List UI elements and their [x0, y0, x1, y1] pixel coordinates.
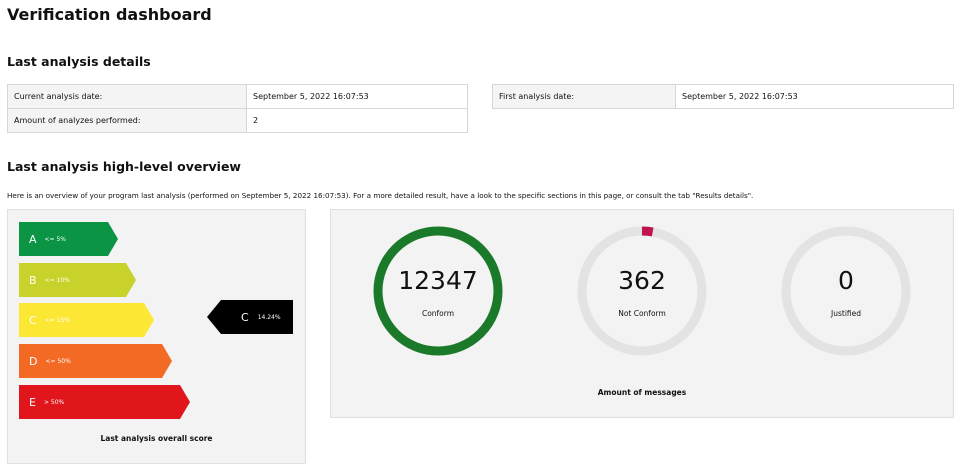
overview-title: Last analysis high-level overview	[7, 159, 241, 174]
table-cell-value: September 5, 2022 16:07:53	[675, 84, 954, 109]
not-conform-gauge: 362 Not Conform	[577, 226, 707, 356]
last-analysis-details-title: Last analysis details	[7, 54, 151, 69]
table-row: Amount of analyzes performed: 2	[7, 108, 468, 133]
justified-gauge: 0 Justified	[781, 226, 911, 356]
grade-e-bar: E > 50%	[19, 385, 190, 419]
overall-score-caption: Last analysis overall score	[100, 434, 213, 443]
table-cell-label: Current analysis date:	[7, 84, 247, 109]
grade-a-bar: A <= 5%	[19, 222, 118, 256]
grade-c-bar: C <= 15%	[19, 303, 154, 337]
not-conform-count: 362	[618, 266, 666, 295]
grade-threshold: <= 15%	[44, 316, 70, 324]
grade-letter: D	[29, 354, 38, 368]
conform-label: Conform	[421, 309, 455, 318]
grade-letter: A	[29, 232, 37, 246]
last-analysis-details-table-right: First analysis date: September 5, 2022 1…	[492, 84, 954, 109]
grade-threshold: <= 10%	[44, 276, 70, 284]
current-score-pointer: C 14.24%	[207, 300, 293, 334]
not-conform-label: Not Conform	[618, 309, 666, 318]
conform-gauge: 12347 Conform	[373, 226, 503, 356]
table-cell-label: Amount of analyzes performed:	[7, 108, 247, 133]
grade-threshold: > 50%	[43, 398, 65, 406]
grade-threshold: <= 5%	[44, 235, 67, 243]
table-cell-value: September 5, 2022 16:07:53	[246, 84, 468, 109]
current-grade-letter: C	[241, 310, 249, 324]
grade-letter: B	[29, 273, 37, 287]
last-analysis-details-table-left: Current analysis date: September 5, 2022…	[7, 84, 468, 133]
grade-b-bar: B <= 10%	[19, 263, 136, 297]
table-row: First analysis date: September 5, 2022 1…	[492, 84, 954, 109]
conform-count: 12347	[398, 266, 478, 295]
table-cell-value: 2	[246, 108, 468, 133]
grade-d-bar: D <= 50%	[19, 344, 172, 378]
justified-label: Justified	[831, 309, 861, 318]
grade-letter: C	[29, 313, 37, 327]
messages-caption: Amount of messages	[597, 388, 687, 397]
page-title: Verification dashboard	[7, 5, 212, 24]
grade-threshold: <= 50%	[45, 357, 71, 365]
overview-description: Here is an overview of your program last…	[7, 191, 754, 200]
current-score-value: 14.24%	[257, 313, 281, 321]
grade-letter: E	[29, 395, 36, 409]
table-row: Current analysis date: September 5, 2022…	[7, 84, 468, 109]
justified-count: 0	[838, 266, 854, 295]
table-cell-label: First analysis date:	[492, 84, 676, 109]
